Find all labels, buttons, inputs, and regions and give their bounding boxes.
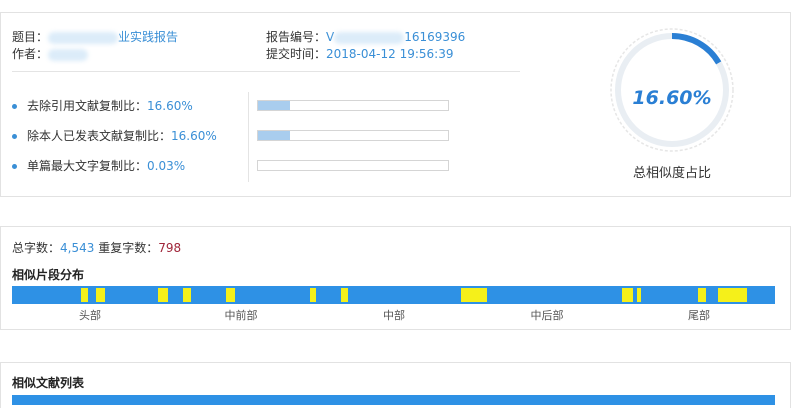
similar-segment[interactable] [81, 288, 87, 302]
report-title-label: 题目： [12, 30, 48, 44]
similar-segment[interactable] [637, 288, 641, 302]
repeat-words-label: 重复字数： [98, 241, 158, 255]
stat-progress-bar [257, 130, 449, 141]
report-submit-row: 提交时间：2018-04-12 19:56:39 [266, 45, 453, 63]
stat-row: 单篇最大文字复制比：0.03% [12, 158, 185, 174]
report-submit-value: 2018-04-12 19:56:39 [326, 47, 453, 61]
stats-divider [248, 92, 249, 182]
similarity-distribution-bar [12, 286, 775, 304]
distribution-title: 相似片段分布 [12, 266, 84, 283]
stat-label: 单篇最大文字复制比： [27, 159, 147, 173]
stat-row: 除本人已发表文献复制比：16.60% [12, 128, 217, 144]
bullet-icon [12, 134, 17, 139]
report-number-label: 报告编号： [266, 30, 326, 44]
bullet-icon [12, 104, 17, 109]
stat-progress-bar [257, 100, 449, 111]
similar-segment[interactable] [183, 288, 191, 302]
report-number-value: 16169396 [404, 30, 465, 44]
position-label-middle: 中部 [383, 307, 405, 323]
similar-segment[interactable] [622, 288, 633, 302]
total-words-label: 总字数： [12, 241, 60, 255]
report-author-row: 作者： [12, 45, 88, 63]
summary-divider [12, 71, 520, 72]
report-submit-label: 提交时间： [266, 47, 326, 61]
similar-segment[interactable] [96, 288, 105, 302]
redacted-author [48, 49, 88, 61]
gauge-label: 总相似度占比 [609, 162, 735, 181]
similar-segment[interactable] [310, 288, 316, 302]
similar-segment[interactable] [698, 288, 706, 302]
stat-progress-fill [258, 131, 290, 140]
similar-segment[interactable] [461, 288, 488, 302]
position-label-head: 头部 [79, 307, 101, 323]
report-title-value[interactable]: 业实践报告 [118, 30, 178, 44]
position-label-tail: 尾部 [688, 307, 710, 323]
stat-value: 16.60% [147, 99, 193, 113]
stat-label: 去除引用文献复制比： [27, 99, 147, 113]
report-number-row: 报告编号：V 16169396 [266, 28, 465, 46]
similar-segment[interactable] [341, 288, 349, 302]
stat-label: 除本人已发表文献复制比： [27, 129, 171, 143]
position-label-front-middle: 中前部 [225, 307, 258, 323]
report-author-label: 作者： [12, 47, 48, 61]
repeat-words-value: 798 [158, 241, 181, 255]
similar-segment[interactable] [226, 288, 235, 302]
stat-value: 0.03% [147, 159, 185, 173]
similar-list-title: 相似文献列表 [12, 374, 84, 391]
stat-progress-fill [258, 101, 290, 110]
similar-list-table-header [12, 395, 775, 405]
stat-row: 去除引用文献复制比：16.60% [12, 98, 193, 114]
position-label-back-middle: 中后部 [531, 307, 564, 323]
stat-value: 16.60% [171, 129, 217, 143]
redacted-report-number [334, 32, 404, 44]
similar-segment[interactable] [158, 288, 167, 302]
similar-segment[interactable] [718, 288, 747, 302]
report-title-row: 题目： 业实践报告 [12, 28, 178, 46]
stat-progress-bar [257, 160, 449, 171]
report-number-prefix: V [326, 30, 334, 44]
bullet-icon [12, 164, 17, 169]
gauge-value: 16.60% [609, 87, 735, 109]
word-counts: 总字数：4,543 重复字数：798 [12, 239, 181, 256]
redacted-title-prefix [48, 32, 118, 44]
total-words-value: 4,543 [60, 241, 94, 255]
